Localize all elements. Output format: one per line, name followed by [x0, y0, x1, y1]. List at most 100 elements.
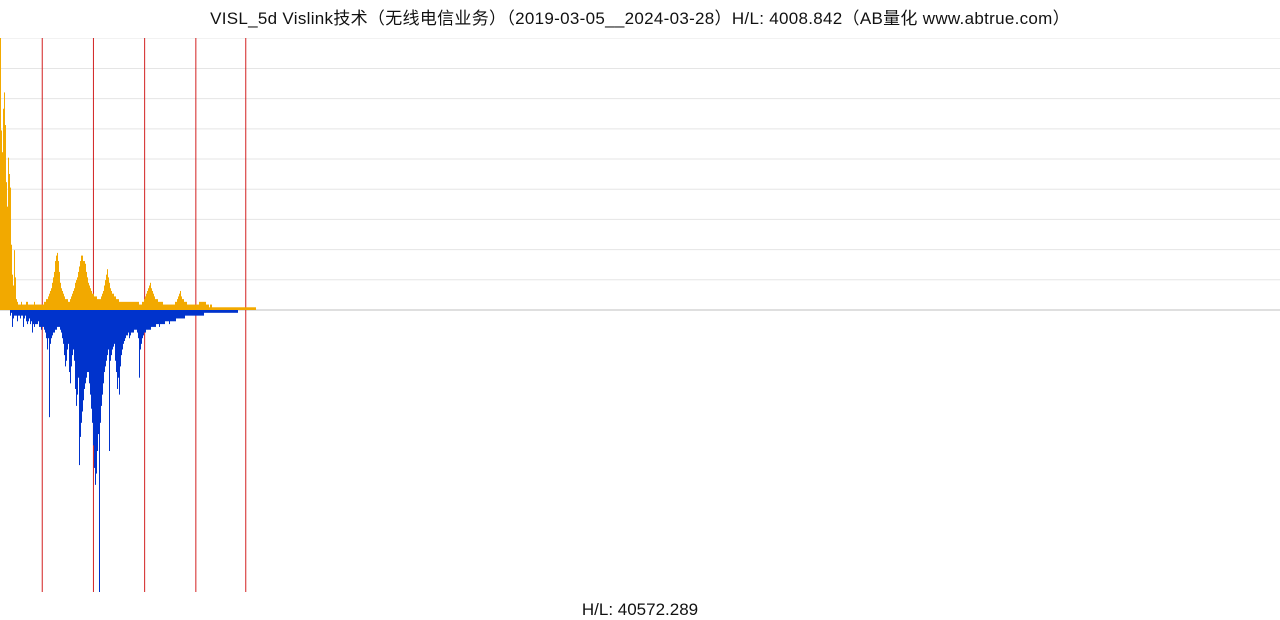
lower-bar — [162, 310, 163, 324]
lower-bar — [11, 310, 12, 313]
upper-bar — [75, 283, 76, 310]
upper-bar — [157, 299, 158, 310]
lower-bar — [97, 310, 98, 451]
upper-bar — [130, 302, 131, 310]
upper-bar — [89, 286, 90, 310]
lower-bar — [222, 310, 223, 313]
upper-bar — [189, 305, 190, 310]
upper-bar — [232, 307, 233, 310]
upper-bar — [225, 307, 226, 310]
lower-bar — [108, 310, 109, 349]
lower-bar — [159, 310, 160, 327]
upper-bar — [254, 307, 255, 310]
lower-bar — [156, 310, 157, 324]
upper-bar — [199, 302, 200, 310]
upper-bar — [72, 294, 73, 310]
lower-bar — [150, 310, 151, 330]
upper-bar — [246, 307, 247, 310]
upper-bar — [7, 207, 8, 310]
upper-bar — [161, 302, 162, 310]
lower-bar — [153, 310, 154, 327]
lower-bar — [121, 310, 122, 355]
upper-bar — [226, 307, 227, 310]
upper-bar — [220, 307, 221, 310]
lower-bar — [16, 310, 17, 316]
lower-bar — [99, 310, 100, 592]
upper-bar — [102, 294, 103, 310]
upper-bar — [92, 294, 93, 310]
upper-bar — [4, 92, 5, 310]
upper-bar — [16, 299, 17, 310]
lower-bar — [13, 310, 14, 318]
lower-bar — [204, 310, 205, 313]
lower-bar — [55, 310, 56, 330]
upper-bar — [175, 302, 176, 310]
upper-bar — [28, 305, 29, 310]
lower-bar — [205, 310, 206, 313]
lower-bar — [95, 310, 96, 485]
upper-bar — [49, 294, 50, 310]
upper-bar — [169, 305, 170, 310]
lower-bar — [63, 310, 64, 344]
upper-bar — [62, 291, 63, 310]
lower-bar — [169, 310, 170, 324]
lower-bar — [101, 310, 102, 406]
lower-bar — [126, 310, 127, 335]
lower-bar — [124, 310, 125, 341]
upper-bar — [227, 307, 228, 310]
lower-bar — [38, 310, 39, 321]
upper-bar — [65, 299, 66, 310]
lower-bar — [151, 310, 152, 327]
lower-bar — [91, 310, 92, 409]
lower-bar — [82, 310, 83, 412]
lower-bar — [157, 310, 158, 324]
lower-bar — [87, 310, 88, 372]
upper-bar — [194, 305, 195, 310]
upper-bar — [238, 307, 239, 310]
upper-bar — [240, 307, 241, 310]
upper-bar — [10, 188, 11, 310]
upper-bar — [150, 283, 151, 310]
upper-bar — [17, 302, 18, 310]
lower-bar — [46, 310, 47, 338]
lower-bar — [123, 310, 124, 344]
lower-bar — [227, 310, 228, 313]
lower-bar — [57, 310, 58, 327]
upper-bar — [86, 272, 87, 310]
upper-bar — [211, 305, 212, 310]
upper-bar — [146, 294, 147, 310]
upper-bar — [156, 299, 157, 310]
upper-bar — [163, 305, 164, 310]
upper-bar — [51, 288, 52, 310]
upper-bar — [61, 288, 62, 310]
lower-bar — [184, 310, 185, 318]
lower-bar — [166, 310, 167, 321]
lower-bar — [120, 310, 121, 366]
upper-bar — [154, 296, 155, 310]
upper-bar — [236, 307, 237, 310]
upper-bar — [155, 299, 156, 310]
upper-bar — [50, 291, 51, 310]
upper-bar — [122, 302, 123, 310]
upper-bar — [69, 302, 70, 310]
lower-bar — [178, 310, 179, 318]
lower-bar — [207, 310, 208, 313]
upper-bar — [41, 305, 42, 310]
upper-bar — [64, 296, 65, 310]
lower-bar — [206, 310, 207, 313]
upper-bar — [8, 158, 9, 310]
upper-bar — [32, 305, 33, 310]
lower-bar — [233, 310, 234, 313]
lower-bar — [116, 310, 117, 372]
lower-bar — [191, 310, 192, 316]
lower-bar — [172, 310, 173, 321]
lower-bar — [89, 310, 90, 383]
upper-bar — [126, 302, 127, 310]
upper-bar — [6, 182, 7, 310]
lower-bar — [160, 310, 161, 324]
upper-bar — [120, 302, 121, 310]
lower-bar — [21, 310, 22, 316]
lower-bar — [228, 310, 229, 313]
upper-bar — [212, 307, 213, 310]
upper-bar — [201, 302, 202, 310]
